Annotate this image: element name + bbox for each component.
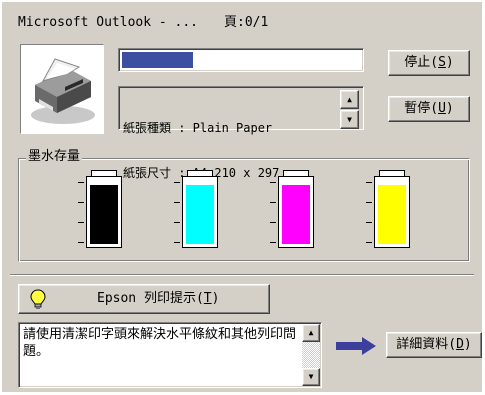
ink-cartridge-tube (86, 176, 122, 248)
ink-scale (270, 182, 276, 244)
pause-button-label: 暫停( (404, 101, 439, 116)
printer-icon (31, 58, 95, 124)
ink-scale (78, 182, 84, 244)
stop-button-hotkey: S (438, 55, 446, 70)
paper-info-scroll-down[interactable]: ▼ (340, 110, 359, 129)
details-button-suffix: ) (463, 337, 472, 352)
status-title-line: Microsoft Outlook - ... 頁:0/1 (18, 14, 268, 32)
details-button-hotkey: D (456, 337, 464, 352)
up-arrow-icon: ▲ (308, 328, 314, 337)
right-arrow-icon (336, 337, 376, 355)
down-arrow-icon: ▼ (308, 372, 314, 381)
down-arrow-icon: ▼ (347, 115, 352, 124)
ink-level-fill-magenta (282, 185, 310, 244)
paper-info-scroll-up[interactable]: ▲ (340, 90, 359, 109)
ink-scale (174, 182, 180, 244)
pause-button[interactable]: 暫停(U) (388, 96, 470, 122)
ink-cartridge-magenta (270, 170, 316, 252)
pause-button-suffix: ) (445, 101, 454, 116)
print-progress-bar (118, 48, 364, 72)
ink-level-fill-cyan (186, 185, 214, 244)
ink-level-fill-black (90, 185, 118, 244)
tip-scroll-up[interactable]: ▲ (302, 324, 320, 342)
ink-cartridge-yellow (366, 170, 412, 252)
print-status-dialog: Microsoft Outlook - ... 頁:0/1 紙張種類 : Plai… (2, 2, 482, 392)
lightbulb-icon (30, 289, 46, 309)
printer-image-frame (20, 44, 104, 134)
section-divider (10, 274, 474, 276)
ink-cartridge-tube (374, 176, 410, 248)
epson-tips-button[interactable]: Epson 列印提示(T) (18, 284, 270, 314)
page-status: 頁:0/1 (224, 15, 269, 30)
stop-button-label: 停止( (404, 55, 439, 70)
tips-button-label: Epson 列印提示( (97, 291, 204, 306)
ink-cartridge-tube (182, 176, 218, 248)
ink-level-fill-yellow (378, 185, 406, 244)
tips-button-hotkey: T (203, 291, 212, 306)
ink-cartridge-cyan (174, 170, 220, 252)
document-title: Microsoft Outlook - ... (18, 15, 199, 30)
stop-button[interactable]: 停止(S) (388, 50, 470, 76)
up-arrow-icon: ▲ (347, 95, 352, 104)
ink-level-group-label: 墨水存量 (26, 148, 83, 166)
stop-button-suffix: ) (445, 55, 454, 70)
pause-button-hotkey: U (438, 101, 446, 116)
ink-cartridge-tube (278, 176, 314, 248)
tip-message-text: 請使用清潔印字頭來解決水平條紋和其他列印問題。 (23, 327, 297, 359)
paper-type-line: 紙張種類 : Plain Paper (123, 121, 273, 135)
ink-cartridge-black (78, 170, 124, 252)
tip-message-scrollbar[interactable]: ▲ ▼ (302, 324, 320, 386)
details-button-label: 詳細資料( (396, 337, 457, 352)
details-button[interactable]: 詳細資料(D) (386, 332, 482, 358)
tip-message-box: 請使用清潔印字頭來解決水平條紋和其他列印問題。 (18, 322, 322, 388)
ink-scale (366, 182, 372, 244)
progress-fill (122, 52, 193, 68)
tips-button-suffix: ) (211, 291, 220, 306)
paper-info-box: 紙張種類 : Plain Paper 紙張尺寸 : A4 210 x 297 m… (118, 86, 364, 180)
tip-scroll-down[interactable]: ▼ (302, 368, 320, 386)
